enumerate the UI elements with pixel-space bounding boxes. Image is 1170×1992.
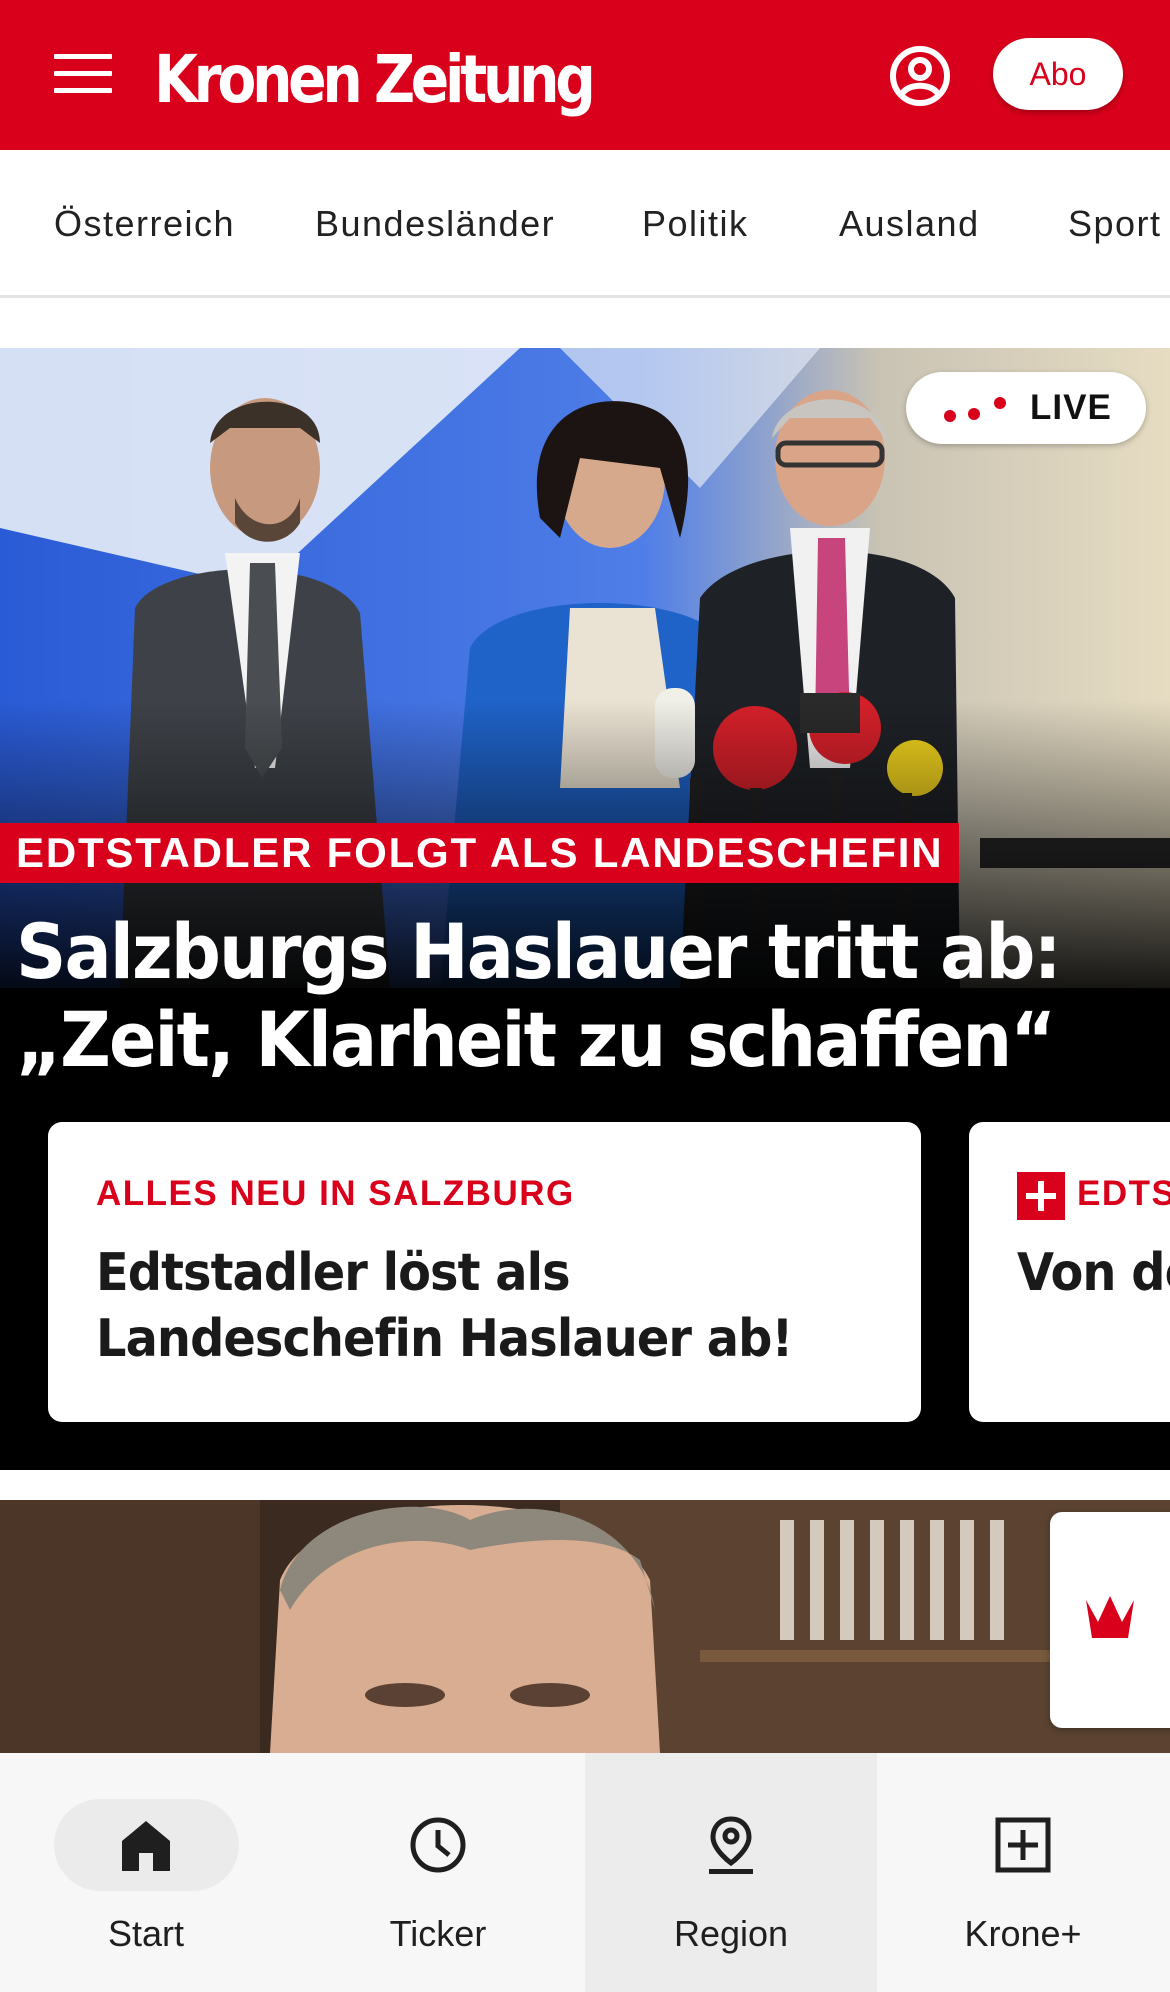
live-dots-icon	[944, 397, 1006, 422]
hero-photo	[0, 348, 1170, 988]
category-tab-ausland[interactable]: Ausland	[839, 150, 980, 295]
category-nav: Österreich Bundesländer Politik Ausland …	[0, 150, 1170, 298]
nav-region[interactable]: Region	[585, 1753, 877, 1992]
nav-krone-plus[interactable]: Krone+	[877, 1753, 1169, 1992]
hero-kicker: EDTSTADLER FOLGT ALS LANDESCHEFIN	[0, 823, 960, 883]
card-title: Von de Landes	[1017, 1243, 1170, 1303]
location-pin-icon	[709, 1816, 753, 1874]
menu-icon[interactable]	[54, 54, 112, 94]
home-icon	[122, 1821, 170, 1871]
category-tab-oesterreich[interactable]: Österreich	[54, 150, 235, 295]
clock-icon	[410, 1817, 466, 1873]
bottom-navigation: Start Ticker Region Krone+	[0, 1753, 1170, 1992]
card-kicker: ALLES NEU IN SALZBURG	[96, 1174, 575, 1213]
related-article-card-partial[interactable]: EDTS Von de Landes	[969, 1122, 1170, 1422]
live-label: LIVE	[1030, 388, 1112, 427]
nav-ticker[interactable]: Ticker	[292, 1753, 584, 1992]
account-icon[interactable]	[889, 45, 951, 107]
category-tab-politik[interactable]: Politik	[642, 150, 749, 295]
hero-article[interactable]: LIVE EDTSTADLER FOLGT ALS LANDESCHEFIN S…	[0, 348, 1170, 1470]
nav-label: Region	[673, 1913, 789, 1954]
category-tab-sport[interactable]: Sport	[1068, 150, 1162, 295]
krone-plus-badge[interactable]	[1050, 1512, 1170, 1728]
article-photo[interactable]	[0, 1500, 1170, 1753]
card-title: Edtstadler löst als Landeschefin Haslaue…	[96, 1243, 793, 1369]
hero-headline[interactable]: Salzburgs Haslauer tritt ab: „Zeit, Klar…	[16, 908, 1065, 1084]
live-badge: LIVE	[906, 372, 1146, 444]
category-tab-bundeslaender[interactable]: Bundesländer	[315, 150, 555, 295]
nav-label: Krone+	[964, 1913, 1082, 1954]
top-app-bar: Kronen Zeitung Abo	[0, 0, 1170, 150]
related-article-card[interactable]: ALLES NEU IN SALZBURG Edtstadler löst al…	[48, 1122, 921, 1422]
plus-square-icon	[995, 1817, 1051, 1873]
logo[interactable]: Kronen Zeitung	[154, 35, 596, 125]
card-kicker: EDTS	[1077, 1174, 1170, 1213]
nav-start[interactable]: Start	[0, 1753, 292, 1992]
krone-plus-icon	[1017, 1172, 1065, 1220]
crown-icon	[1086, 1596, 1134, 1638]
abo-button[interactable]: Abo	[993, 38, 1123, 110]
nav-label: Start	[107, 1913, 185, 1954]
nav-label: Ticker	[389, 1913, 487, 1954]
